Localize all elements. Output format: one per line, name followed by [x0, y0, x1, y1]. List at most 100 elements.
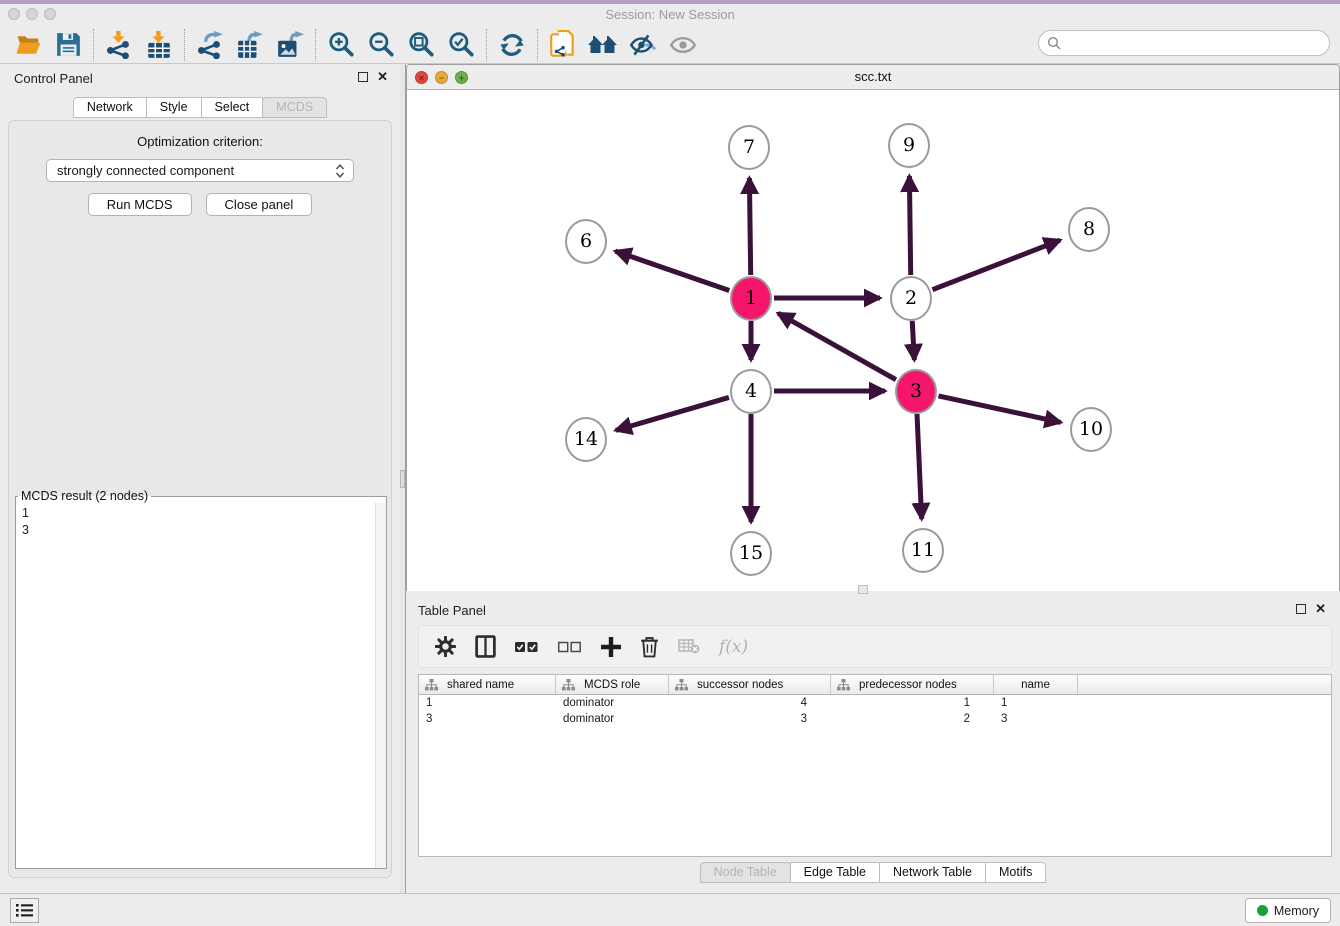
criterion-value: strongly connected component: [57, 163, 335, 178]
cell-mcds-role[interactable]: dominator: [556, 695, 669, 711]
table-toolbar: f(x): [418, 625, 1332, 668]
splitter-handle[interactable]: [400, 470, 405, 488]
zoom-in-button[interactable]: [321, 28, 361, 62]
network-file-icon: [549, 30, 577, 60]
network-canvas[interactable]: 1 2 3 4 6 7 8 9 10 11 14 15: [407, 90, 1339, 591]
tab-style[interactable]: Style: [146, 97, 202, 118]
column-header-predecessor-nodes[interactable]: predecessor nodes: [831, 675, 994, 694]
column-header-successor-nodes[interactable]: successor nodes: [669, 675, 831, 694]
zoom-out-button[interactable]: [361, 28, 401, 62]
tab-select[interactable]: Select: [201, 97, 264, 118]
network-edges-svg[interactable]: [407, 90, 1339, 591]
export-network-button[interactable]: [190, 28, 230, 62]
main-toolbar: [0, 26, 1340, 64]
select-all-columns-button[interactable]: [515, 641, 539, 653]
search-input[interactable]: [1066, 36, 1321, 50]
result-scrollbar[interactable]: [375, 503, 386, 868]
delete-table-button[interactable]: [678, 639, 700, 654]
tab-mcds[interactable]: MCDS: [262, 97, 327, 118]
cell-successor-nodes[interactable]: 3: [669, 711, 831, 727]
import-network-button[interactable]: [99, 28, 139, 62]
memory-button[interactable]: Memory: [1245, 898, 1331, 923]
cell-predecessor-nodes[interactable]: 2: [831, 711, 994, 727]
open-session-button[interactable]: [8, 28, 48, 62]
cell-name[interactable]: 1: [994, 695, 1078, 711]
cell-successor-nodes[interactable]: 4: [669, 695, 831, 711]
new-network-from-selection-button[interactable]: [543, 28, 583, 62]
search-box[interactable]: [1038, 30, 1330, 56]
graph-node-11[interactable]: 11: [902, 528, 944, 573]
table-settings-button[interactable]: [435, 636, 456, 657]
float-panel-icon[interactable]: [1296, 604, 1306, 614]
tab-motifs[interactable]: Motifs: [985, 862, 1046, 883]
table-row[interactable]: 3dominator323: [419, 711, 1331, 727]
tab-network-table[interactable]: Network Table: [879, 862, 986, 883]
fit-selected-button[interactable]: [441, 28, 481, 62]
graph-node-15[interactable]: 15: [730, 531, 772, 576]
function-builder-button[interactable]: f(x): [719, 637, 748, 657]
control-panel-header: Control Panel ✕: [0, 70, 400, 90]
cell-predecessor-nodes[interactable]: 1: [831, 695, 994, 711]
column-header-shared-name[interactable]: shared name: [419, 675, 556, 694]
import-table-button[interactable]: [139, 28, 179, 62]
task-history-button[interactable]: [10, 898, 39, 923]
graph-node-3[interactable]: 3: [895, 369, 937, 414]
columns-icon: [475, 635, 496, 658]
column-tree-icon: [425, 679, 438, 691]
export-table-button[interactable]: [230, 28, 270, 62]
graph-node-7[interactable]: 7: [728, 125, 770, 170]
column-header-name[interactable]: name: [994, 675, 1078, 694]
close-panel-button[interactable]: Close panel: [206, 193, 313, 216]
close-panel-icon[interactable]: ✕: [377, 72, 388, 82]
apply-layout-button[interactable]: [492, 28, 532, 62]
tab-network[interactable]: Network: [73, 97, 147, 118]
run-mcds-button[interactable]: Run MCDS: [88, 193, 192, 216]
criterion-select[interactable]: strongly connected component: [46, 159, 354, 182]
edge-1-6[interactable]: [615, 251, 729, 290]
cell-name[interactable]: 3: [994, 711, 1078, 727]
fit-content-button[interactable]: [401, 28, 441, 62]
tab-edge-table[interactable]: Edge Table: [790, 862, 880, 883]
cell-mcds-role[interactable]: dominator: [556, 711, 669, 727]
graph-node-4[interactable]: 4: [730, 369, 772, 414]
edge-3-10[interactable]: [938, 396, 1060, 423]
table-row[interactable]: 1dominator411: [419, 695, 1331, 711]
edge-2-8[interactable]: [932, 240, 1060, 289]
edge-3-1[interactable]: [778, 313, 896, 379]
tab-node-table[interactable]: Node Table: [700, 862, 791, 883]
cell-shared-name[interactable]: 3: [419, 711, 556, 727]
network-window-title: scc.txt: [407, 69, 1339, 84]
edge-2-3[interactable]: [912, 321, 914, 360]
column-header-mcds-role[interactable]: MCDS role: [556, 675, 669, 694]
delete-column-button[interactable]: [640, 636, 659, 658]
graph-node-8[interactable]: 8: [1068, 207, 1110, 252]
network-resize-handle[interactable]: [858, 585, 868, 594]
float-panel-icon[interactable]: [358, 72, 368, 82]
graph-node-9[interactable]: 9: [888, 123, 930, 168]
deselect-all-columns-button[interactable]: [558, 641, 582, 653]
first-neighbors-button[interactable]: [583, 28, 623, 62]
edge-1-7[interactable]: [749, 178, 750, 275]
graph-node-2[interactable]: 2: [890, 276, 932, 321]
edge-2-9[interactable]: [909, 176, 910, 275]
mcds-panel: Optimization criterion: strongly connect…: [8, 120, 392, 878]
graph-node-1[interactable]: 1: [730, 276, 772, 321]
edge-4-14[interactable]: [616, 397, 729, 430]
export-image-button[interactable]: [270, 28, 310, 62]
add-column-button[interactable]: [601, 637, 621, 657]
graph-node-10[interactable]: 10: [1070, 407, 1112, 452]
delete-table-icon: [678, 639, 700, 654]
edge-3-11[interactable]: [917, 414, 922, 519]
table-panel: Table Panel ✕: [406, 596, 1340, 893]
memory-label: Memory: [1274, 904, 1319, 918]
close-panel-icon[interactable]: ✕: [1315, 604, 1326, 614]
save-session-button[interactable]: [48, 28, 88, 62]
graph-node-6[interactable]: 6: [565, 219, 607, 264]
hide-selected-button[interactable]: [623, 28, 663, 62]
mcds-result-lines: 13: [16, 503, 386, 868]
column-layout-button[interactable]: [475, 635, 496, 658]
show-hidden-button[interactable]: [663, 28, 703, 62]
graph-node-14[interactable]: 14: [565, 417, 607, 462]
cell-shared-name[interactable]: 1: [419, 695, 556, 711]
mcds-result-title: MCDS result (2 nodes): [18, 489, 151, 503]
